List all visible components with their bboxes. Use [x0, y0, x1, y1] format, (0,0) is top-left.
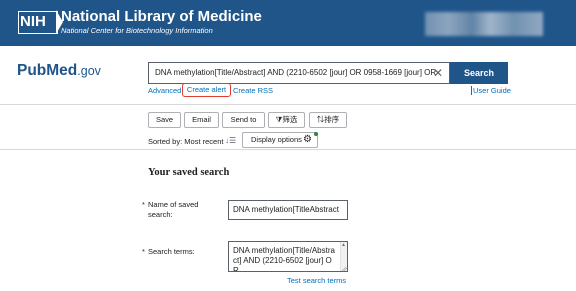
settings-indicator-dot	[314, 132, 318, 136]
user-guide-link[interactable]: User Guide	[471, 86, 511, 95]
nlm-title[interactable]: National Library of Medicine	[61, 8, 262, 25]
nlm-subtitle: National Center for Biotechnology Inform…	[61, 26, 213, 35]
saved-search-heading: Your saved search	[148, 167, 230, 178]
search-input[interactable]: DNA methylation[Title/Abstract] AND (221…	[148, 62, 450, 84]
saved-search-name-input[interactable]: DNA methylation[TitleAbstract	[228, 200, 348, 220]
filter-button[interactable]: ⧩筛选	[268, 112, 305, 128]
pubmed-logo[interactable]: PubMed.gov	[17, 62, 101, 80]
sort-button[interactable]: ⇅排序	[309, 112, 347, 128]
required-marker: *	[142, 247, 145, 256]
clear-search-icon[interactable]: ✕	[431, 65, 445, 81]
pubmed-search-header: PubMed.gov DNA methylation[Title/Abstrac…	[0, 46, 576, 104]
send-to-button[interactable]: Send to	[222, 112, 265, 128]
pubmed-logo-main: PubMed	[17, 62, 78, 79]
advanced-search-link[interactable]: Advanced	[148, 86, 181, 95]
name-of-saved-search-label: Name of saved search:	[148, 200, 199, 219]
scroll-up-icon[interactable]: ▲	[341, 242, 346, 248]
account-area-blurred[interactable]	[425, 12, 543, 36]
create-rss-link[interactable]: Create RSS	[233, 86, 273, 95]
test-search-terms-link[interactable]: Test search terms	[287, 276, 346, 285]
nih-logo[interactable]: NIH	[18, 10, 63, 34]
resize-grip-icon[interactable]	[341, 267, 347, 271]
display-options-label: Display options	[251, 135, 302, 144]
search-terms-textarea[interactable]: DNA methylation[Title/Abstract] AND (221…	[228, 241, 348, 272]
results-toolbar: Save Email Send to ⧩筛选 ⇅排序 Sorted by: Mo…	[0, 105, 576, 149]
search-button[interactable]: Search	[450, 62, 508, 84]
search-terms-label: Search terms:	[148, 247, 195, 256]
nih-header-bar: NIH National Library of Medicine Nationa…	[0, 0, 576, 46]
gear-icon: ⚙	[303, 134, 312, 145]
create-alert-link[interactable]: Create alert	[182, 83, 231, 97]
required-marker: *	[142, 200, 145, 209]
email-button[interactable]: Email	[184, 112, 219, 128]
pubmed-logo-suffix: .gov	[77, 64, 101, 78]
save-button[interactable]: Save	[148, 112, 181, 128]
saved-search-panel: Your saved search * Name of saved search…	[0, 150, 576, 291]
sorted-by-label: Sorted by: Most recent	[148, 137, 224, 146]
sort-order-icon[interactable]: ↓☰	[225, 136, 236, 145]
